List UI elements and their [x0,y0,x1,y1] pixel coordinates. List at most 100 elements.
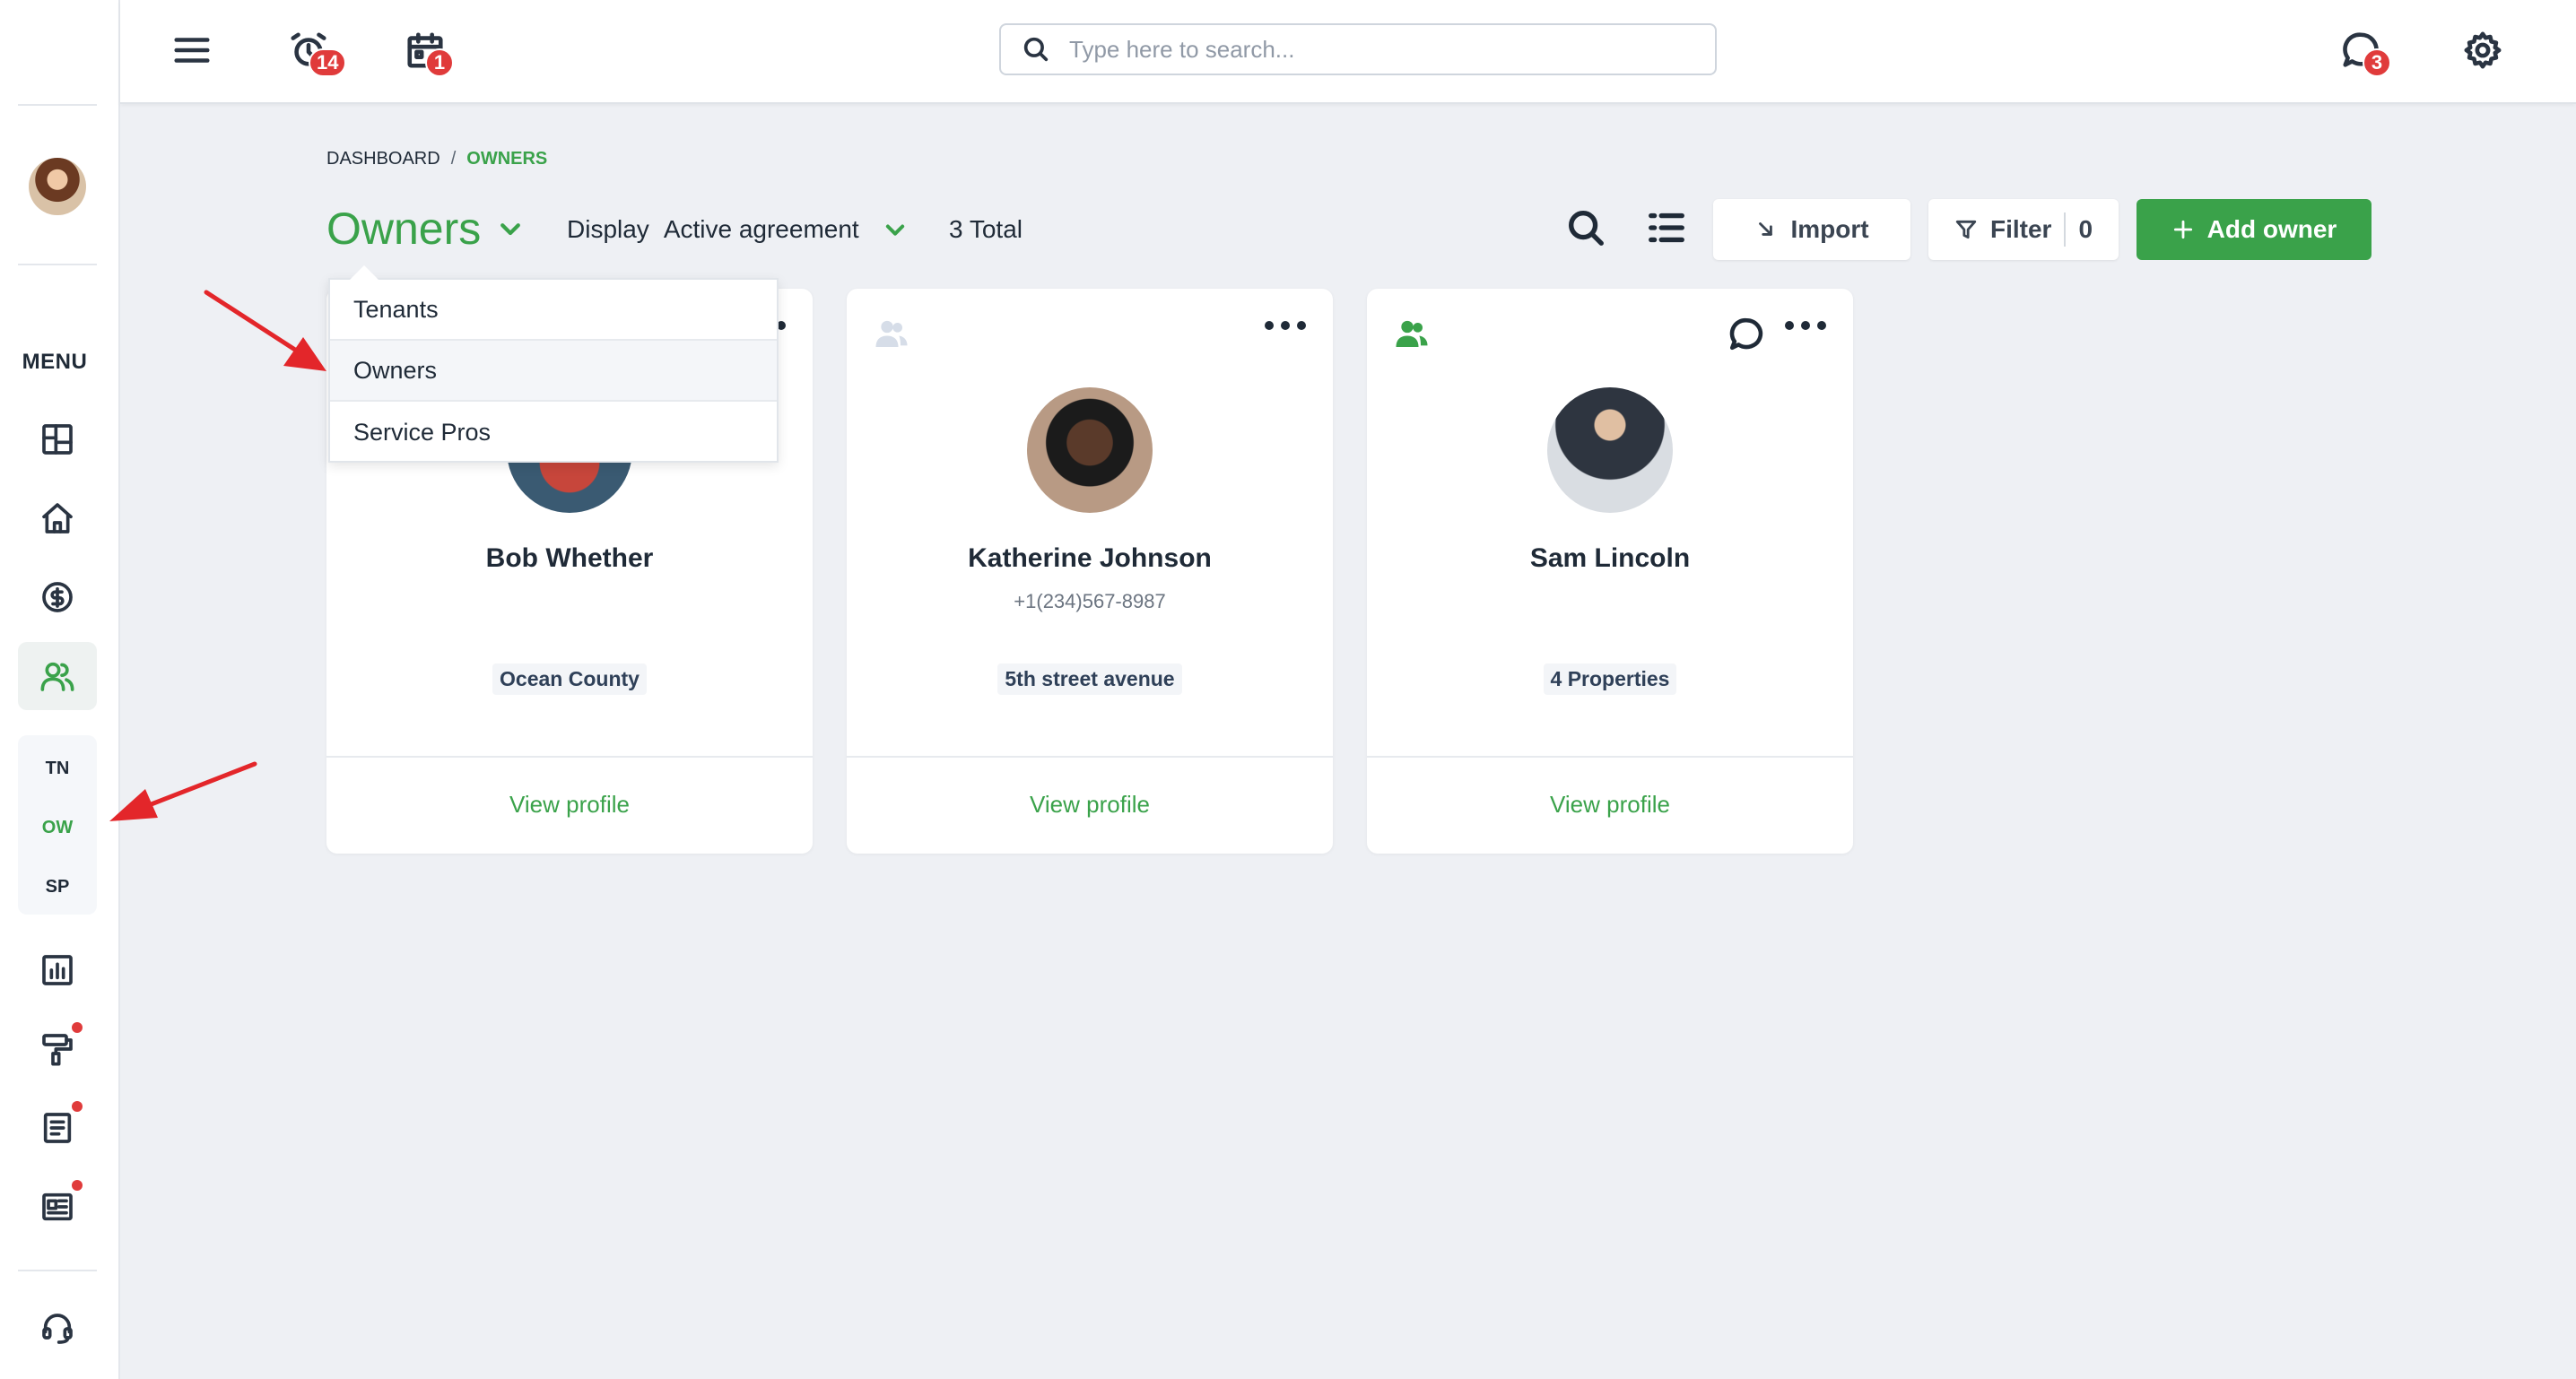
user-avatar[interactable] [29,158,86,215]
owner-card: Katherine Johnson +1(234)567-8987 5th st… [847,289,1333,854]
sidebar-item-dashboard[interactable] [18,405,97,473]
search-icon [1023,37,1049,62]
annotation-arrow-dropdown [204,290,326,371]
people-type-dropdown: Tenants Owners Service Pros [328,265,779,463]
dollar-icon [42,582,73,612]
breadcrumb-separator: / [450,149,457,169]
alarm-button[interactable]: 14 [283,25,347,77]
sidebar-item-accounting[interactable] [18,563,97,631]
people-type-selector[interactable]: Owners [326,203,524,255]
sidebar-item-support[interactable] [18,1295,97,1363]
sidebar-item-maintenance[interactable] [18,1015,97,1083]
owner-photo [1027,387,1153,513]
owner-tag: 4 Properties [1543,663,1677,695]
reports-icon [42,955,73,985]
hamburger-menu-button[interactable] [167,25,217,75]
dropdown-item-service-pros[interactable]: Service Pros [330,402,777,463]
import-button[interactable]: Import [1713,199,1910,260]
view-profile-link[interactable]: View profile [847,791,1333,819]
sidebar-item-announcements[interactable] [18,1173,97,1241]
notification-dot [72,1022,83,1033]
page-title: Owners [326,204,482,254]
dropdown-item-tenants[interactable]: Tenants [330,280,777,341]
subnav-owners[interactable]: OW [18,818,97,838]
chat-bubble-icon [1729,317,1763,351]
breadcrumb-dashboard[interactable]: DASHBOARD [326,149,440,169]
add-owner-label: Add owner [2206,215,2337,243]
owner-tag: Ocean County [492,663,647,695]
user-pair-icon [875,320,908,347]
dropdown-item-owners[interactable]: Owners [330,341,777,402]
owner-name: Bob Whether [485,543,654,573]
import-label: Import [1790,215,1869,243]
calendar-button[interactable]: 1 [400,25,454,77]
search-owners-button[interactable] [1561,203,1611,253]
search-box[interactable] [999,23,1717,75]
filter-button[interactable]: Filter 0 [1928,199,2119,260]
display-value: Active agreement [663,215,859,243]
view-profile-link[interactable]: View profile [1367,791,1853,819]
hamburger-icon [174,38,210,63]
search-input[interactable] [1069,35,1679,64]
notification-dot [72,1180,83,1191]
arrow-down-right-icon [1759,222,1773,236]
support-headset-icon [42,1314,73,1344]
owner-name: Sam Lincoln [1529,543,1691,573]
chevron-down-icon [500,223,521,236]
list-icon [1649,212,1684,243]
user-pair-icon [1396,320,1428,347]
owner-card: Sam Lincoln 4 Properties View profile [1367,289,1853,854]
calendar-badge: 1 [425,48,454,77]
more-options-button[interactable] [1265,321,1306,330]
document-icon [43,1113,72,1143]
owner-status-icon [874,316,909,351]
paint-roller-icon [42,1034,73,1066]
top-bar: 14 1 3 [120,0,2576,104]
messages-badge: 3 [2363,48,2391,77]
list-view-button[interactable] [1641,203,1692,253]
annotation-arrow-subnav [109,761,257,821]
owner-name: Katherine Johnson [968,543,1212,573]
people-icon [40,662,74,691]
menu-label: MENU [22,350,88,374]
search-icon [1569,211,1604,246]
sidebar-divider [18,1270,97,1271]
card-divider [1367,756,1853,758]
notification-dot [72,1101,83,1112]
sidebar-item-reports[interactable] [18,936,97,1004]
owner-status-icon [1394,316,1430,351]
total-count: 3 Total [949,215,1023,243]
alarm-badge: 14 [309,48,347,77]
view-profile-link[interactable]: View profile [326,791,813,819]
more-options-button[interactable] [1785,321,1826,330]
card-divider [847,756,1333,758]
add-owner-button[interactable]: Add owner [2137,199,2371,260]
breadcrumb: DASHBOARD / OWNERS [326,149,547,169]
settings-button[interactable] [2458,25,2508,75]
sidebar: MENU TN OW SP [0,0,120,1379]
owner-phone: +1(234)567-8987 [1014,590,1166,612]
filter-divider [2064,212,2067,247]
chevron-down-icon [885,224,904,236]
card-divider [326,756,813,758]
breadcrumb-owners: OWNERS [466,149,548,169]
funnel-icon [1955,220,1977,239]
messages-button[interactable]: 3 [2336,25,2391,77]
gear-icon [2464,31,2502,69]
sidebar-item-documents[interactable] [18,1094,97,1162]
sidebar-divider [18,264,97,265]
owner-photo [1547,387,1673,513]
message-owner-button[interactable] [1727,316,1765,353]
sidebar-item-properties[interactable] [18,484,97,552]
subnav-tenants[interactable]: TN [18,759,97,779]
subnav-service-pros[interactable]: SP [18,877,97,898]
plus-icon [2173,220,2192,239]
home-icon [42,503,73,533]
sidebar-divider [18,104,97,106]
news-icon [42,1193,73,1221]
dashboard-icon [42,424,73,455]
filter-count: 0 [2078,215,2093,243]
filter-label: Filter [1989,215,2052,243]
sidebar-item-people[interactable] [18,642,97,710]
display-selector[interactable]: Display Active agreement [567,215,908,244]
